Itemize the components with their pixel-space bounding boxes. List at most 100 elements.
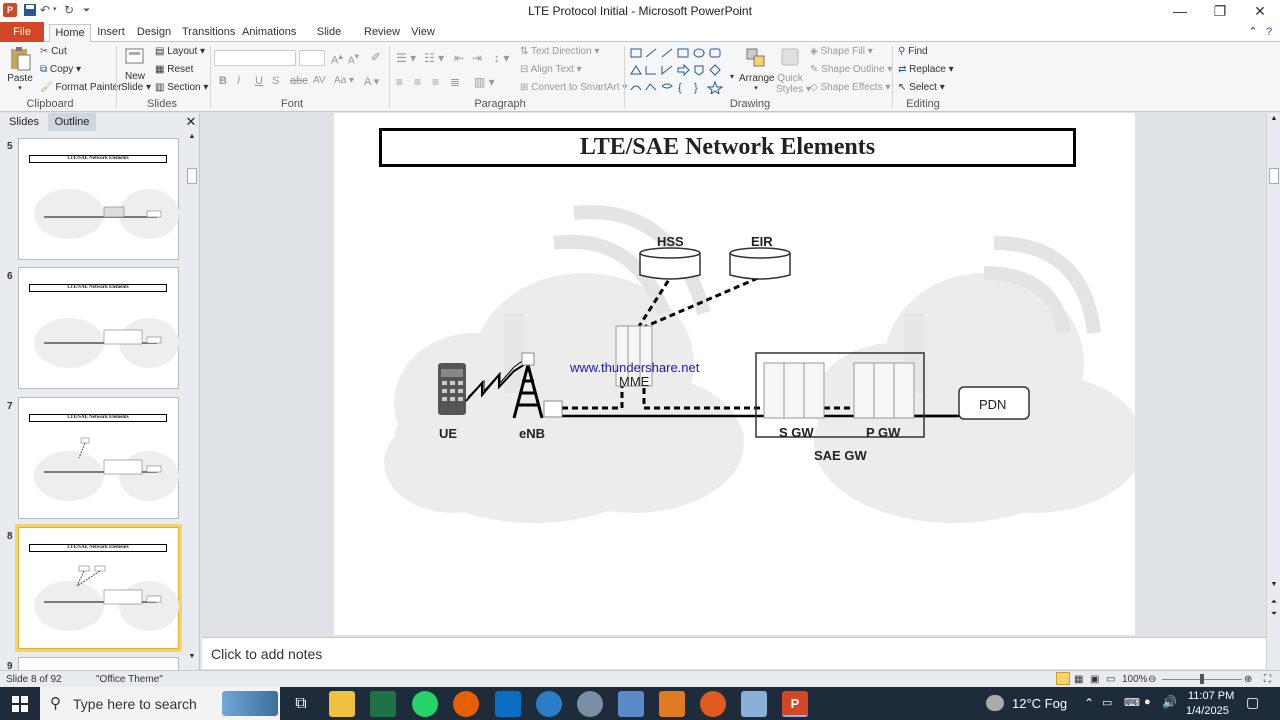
bold-icon[interactable]: B <box>219 75 227 87</box>
battery-icon[interactable]: ▭ <box>1102 696 1112 709</box>
label-eir[interactable]: EIR <box>751 234 773 249</box>
file-explorer-icon[interactable] <box>329 691 355 717</box>
tab-transitions[interactable]: Transitions <box>182 24 235 42</box>
tab-insert[interactable]: Insert <box>95 24 127 42</box>
scroll-up-icon[interactable]: ▲ <box>186 133 198 140</box>
slide-thumbnail-6[interactable]: LTE/SAE Network Elements <box>18 267 179 389</box>
numbering-icon[interactable]: ☷ ▾ <box>424 51 444 65</box>
scroll-down-icon[interactable]: ▼ <box>186 653 198 660</box>
taskbar-search-box[interactable]: ⚲ Type here to search <box>40 687 280 720</box>
close-pane-icon[interactable]: ✕ <box>184 113 198 131</box>
shapes-more-icon[interactable]: ▾ <box>730 72 734 81</box>
show-hidden-icons[interactable]: ⌃ <box>1084 696 1094 710</box>
vscode-icon[interactable] <box>495 691 521 717</box>
reading-view-icon[interactable]: ▣ <box>1090 674 1099 685</box>
tab-outline-pane[interactable]: Outline <box>48 113 96 131</box>
zoom-in-icon[interactable]: ⊕ <box>1244 674 1252 685</box>
mic-icon[interactable]: ● <box>1144 696 1151 708</box>
quick-styles-button[interactable]: Quick Styles ▾ <box>776 46 811 95</box>
scroll-thumb[interactable] <box>1269 168 1279 184</box>
slide-scrollbar[interactable]: ▲ ▼ ⏶ ⏷ <box>1266 113 1280 670</box>
shape-fill-button[interactable]: ◈ Shape Fill ▾ <box>810 46 873 57</box>
shape-effects-button[interactable]: ◇ Shape Effects ▾ <box>810 82 890 93</box>
notifications-icon[interactable]: ▢ <box>1246 694 1259 711</box>
italic-icon[interactable]: I <box>237 75 240 87</box>
align-text-button[interactable]: ⊟ Align Text ▾ <box>520 64 582 75</box>
reset-button[interactable]: ▦ Reset <box>155 64 193 75</box>
decrease-indent-icon[interactable]: ⇤ <box>454 51 464 65</box>
volume-icon[interactable]: 🔊 <box>1162 695 1177 709</box>
slide-canvas[interactable]: LTE/SAE Network Elements HSS EIR MME www… <box>334 113 1135 635</box>
paste-button[interactable]: Paste ▾ <box>6 46 34 96</box>
zoom-level[interactable]: 100% <box>1122 674 1148 685</box>
zoom-slider-thumb[interactable] <box>1200 674 1204 684</box>
label-sgw[interactable]: S GW <box>779 425 814 440</box>
tab-animations[interactable]: Animations <box>242 24 296 42</box>
align-left-icon[interactable]: ≡ <box>396 75 403 89</box>
network-app-icon[interactable] <box>577 691 603 717</box>
clock-date[interactable]: 1/4/2025 <box>1186 705 1229 717</box>
font-name-dropdown[interactable] <box>214 50 296 66</box>
restore-button[interactable]: ❐ <box>1200 0 1240 22</box>
notes-placeholder[interactable]: Click to add notes <box>211 646 322 662</box>
slides-pane-scrollbar[interactable]: ▲ ▼ <box>186 133 198 670</box>
firefox-icon[interactable] <box>453 691 479 717</box>
label-mme[interactable]: MME <box>619 374 649 389</box>
change-case-icon[interactable]: Aa ▾ <box>334 75 354 86</box>
format-painter-button[interactable]: 🖌 Format Painter <box>40 82 122 93</box>
computer-app-icon[interactable] <box>618 691 644 717</box>
label-ue[interactable]: UE <box>439 426 457 441</box>
label-sae-gw[interactable]: SAE GW <box>814 448 867 463</box>
minimize-button[interactable]: — <box>1160 0 1200 22</box>
tab-slides-pane[interactable]: Slides <box>4 113 44 131</box>
select-button[interactable]: ↖ Select ▾ <box>898 82 945 93</box>
notes-pane[interactable]: Click to add notes <box>202 637 1266 669</box>
help-icon[interactable]: ? <box>1262 24 1276 42</box>
justify-icon[interactable]: ≣ <box>450 75 460 89</box>
label-enb[interactable]: eNB <box>519 426 545 441</box>
weather-text[interactable]: 12°C Fog <box>1012 696 1067 711</box>
align-right-icon[interactable]: ≡ <box>432 75 439 89</box>
tab-slide-show[interactable]: Slide Show <box>304 24 354 54</box>
slide-title[interactable]: LTE/SAE Network Elements <box>379 128 1076 167</box>
label-hss[interactable]: HSS <box>657 234 684 249</box>
shapes-gallery[interactable]: {} <box>628 46 732 96</box>
layout-button[interactable]: ▤ Layout ▾ <box>155 46 205 57</box>
label-pdn[interactable]: PDN <box>979 397 1006 412</box>
char-spacing-icon[interactable]: AV <box>313 75 326 86</box>
scroll-down-icon[interactable]: ▼ <box>1267 581 1280 588</box>
excel-icon[interactable] <box>370 691 396 717</box>
clear-formatting-icon[interactable]: ✐ <box>371 50 381 64</box>
grow-font-icon[interactable]: A▴ <box>331 51 343 67</box>
slide-show-icon[interactable]: ▭ <box>1106 674 1115 685</box>
task-view-icon[interactable]: ⧉ <box>288 691 314 717</box>
previous-slide-icon[interactable]: ⏶ <box>1267 597 1280 607</box>
replace-button[interactable]: ⇄ Replace ▾ <box>898 64 954 75</box>
find-button[interactable]: ⚲ Find <box>898 46 928 57</box>
slide-thumbnail-7[interactable]: LTE/SAE Network Elements <box>18 397 179 519</box>
scroll-up-icon[interactable]: ▲ <box>1267 115 1280 122</box>
cut-button[interactable]: ✂ Cut <box>40 46 67 57</box>
columns-icon[interactable]: ▥ ▾ <box>474 75 495 89</box>
weather-icon[interactable] <box>986 695 1004 711</box>
section-button[interactable]: ▥ Section ▾ <box>155 82 208 93</box>
shadow-icon[interactable]: S <box>272 75 279 87</box>
clock-time[interactable]: 11:07 PM <box>1188 690 1234 702</box>
ribbon-minimize-icon[interactable]: ⌃ <box>1246 24 1260 42</box>
label-pgw[interactable]: P GW <box>866 425 900 440</box>
font-size-dropdown[interactable] <box>299 50 325 66</box>
arrange-button[interactable]: Arrange ▾ <box>739 46 775 92</box>
zoom-out-icon[interactable]: ⊖ <box>1148 674 1156 685</box>
settings-app-icon[interactable] <box>700 691 726 717</box>
strikethrough-icon[interactable]: abc <box>290 75 308 87</box>
fit-to-window-icon[interactable]: ⛶ <box>1264 674 1271 685</box>
edge-icon[interactable] <box>536 691 562 717</box>
slide-thumbnail-5[interactable]: LTE/SAE Network Elements <box>18 138 179 260</box>
align-center-icon[interactable]: ≡ <box>414 75 421 89</box>
notepad-app-icon[interactable] <box>741 691 767 717</box>
slide-thumbnail-8[interactable]: LTE/SAE Network Elements <box>15 524 182 652</box>
new-slide-button[interactable]: New Slide ▾ <box>121 46 151 93</box>
tab-home[interactable]: Home <box>49 24 91 44</box>
orange-app-icon[interactable] <box>659 691 685 717</box>
scroll-thumb[interactable] <box>187 168 197 184</box>
